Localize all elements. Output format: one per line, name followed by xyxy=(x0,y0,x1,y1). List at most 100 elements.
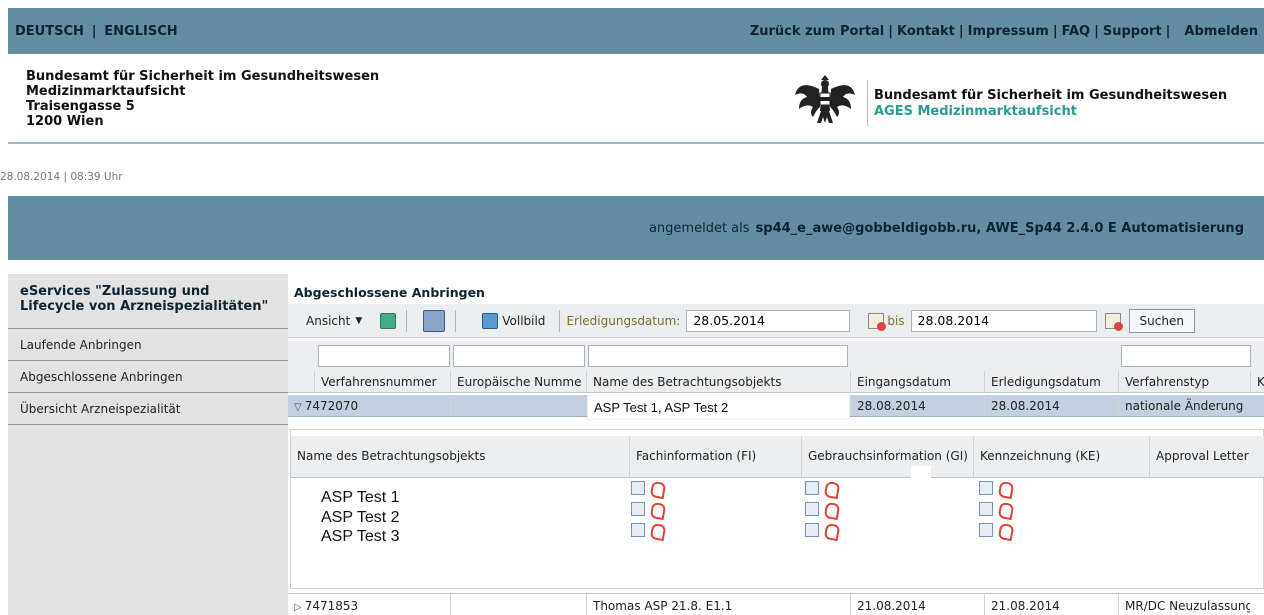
pdf-icon[interactable] xyxy=(823,502,837,516)
excel-export-icon[interactable] xyxy=(380,312,397,329)
address-line: Medizinmarktaufsicht xyxy=(26,84,186,99)
pdf-icon[interactable] xyxy=(997,481,1011,495)
date-to-input[interactable] xyxy=(910,309,1097,332)
pdf-icon[interactable] xyxy=(823,481,837,495)
fullscreen-icon[interactable] xyxy=(482,312,499,329)
word-doc-icon[interactable] xyxy=(979,523,993,537)
view-menu-button[interactable]: Ansicht ▼ xyxy=(306,314,362,328)
org-name: Bundesamt für Sicherheit im Gesundheitsw… xyxy=(874,88,1228,103)
fi-documents xyxy=(631,478,663,498)
column-header[interactable]: Name des Betrachtungsobjekts xyxy=(586,371,850,392)
austrian-eagle-logo xyxy=(795,75,855,123)
lang-de-link[interactable]: DEUTSCH xyxy=(15,24,84,39)
imprint-link[interactable]: Impressum xyxy=(968,24,1049,39)
lang-separator: | xyxy=(91,23,97,39)
language-switch: DEUTSCH | ENGLISCH xyxy=(15,24,178,39)
logout-link[interactable]: Abmelden xyxy=(1184,24,1258,39)
column-header[interactable]: K xyxy=(1250,371,1264,392)
filter-verfahrenstyp[interactable] xyxy=(1121,345,1251,367)
column-header[interactable]: Eingangsdatum xyxy=(850,371,984,392)
search-button[interactable]: Suchen xyxy=(1128,308,1195,333)
cell-completed-date: 21.08.2014 xyxy=(984,594,1118,615)
expand-collapse-icon[interactable]: ▽ xyxy=(294,402,302,413)
word-doc-icon[interactable] xyxy=(631,481,645,495)
column-filter-row xyxy=(288,341,1264,371)
top-navigation-bar: DEUTSCH | ENGLISCH Zurück zum Portal | Ko… xyxy=(8,8,1264,54)
main-panel: Abgeschlossene Anbringen Ansicht ▼ Vollb… xyxy=(288,274,1264,615)
fi-documents xyxy=(631,499,663,519)
pdf-icon[interactable] xyxy=(649,481,663,495)
org-name-block: Bundesamt für Sicherheit im Gesundheitsw… xyxy=(874,88,1227,120)
logged-in-label: angemeldet als xyxy=(648,220,750,236)
cell-object-name: Thomas ASP 21.8. E1.1 xyxy=(586,594,850,615)
detail-column-header: Kennzeichnung (KE) xyxy=(973,436,1149,477)
date-from-input[interactable] xyxy=(686,309,851,332)
word-doc-icon[interactable] xyxy=(805,481,819,495)
address-line: Traisengasse 5 xyxy=(26,99,135,114)
toolbar-divider xyxy=(406,309,408,332)
detail-row xyxy=(291,478,1264,498)
page-header: Bundesamt für Sicherheit im Gesundheitsw… xyxy=(8,54,1264,144)
cell-eu-number xyxy=(450,395,586,416)
table-row[interactable]: ▷ 7471853 Thomas ASP 21.8. E1.1 21.08.201… xyxy=(288,593,1264,615)
sidebar-item-closed-requests[interactable]: Abgeschlossene Anbringen xyxy=(8,361,288,393)
address-block: Bundesamt für Sicherheit im Gesundheitsw… xyxy=(26,69,379,129)
grid-column-headers: Verfahrensnummer Europäische Numme Name … xyxy=(288,371,1264,393)
detail-row xyxy=(291,520,1264,540)
pdf-icon[interactable] xyxy=(997,502,1011,516)
filter-object-name[interactable] xyxy=(588,345,848,367)
calendar-icon[interactable] xyxy=(1104,312,1123,331)
cell-completed-date: 28.08.2014 xyxy=(984,395,1118,416)
detail-column-header: Name des Betrachtungsobjekts xyxy=(297,449,486,463)
expand-collapse-icon[interactable]: ▷ xyxy=(294,602,302,613)
portal-link[interactable]: Zurück zum Portal xyxy=(750,24,884,39)
link-separator: | xyxy=(1165,23,1171,39)
link-separator: | xyxy=(1094,23,1099,39)
word-doc-icon[interactable] xyxy=(979,502,993,516)
portal-links: Zurück zum Portal | Kontakt | Impressum | F… xyxy=(750,24,1264,39)
table-row[interactable]: ▽ 7472070 ASP Test 1, ASP Test 2 28.08.20… xyxy=(288,395,1264,420)
column-header[interactable]: Erledigungsdatum xyxy=(984,371,1118,392)
calendar-icon[interactable] xyxy=(868,312,887,331)
header-overlay xyxy=(911,466,931,478)
grid-settings-icon[interactable] xyxy=(423,309,446,332)
lang-en-link[interactable]: ENGLISCH xyxy=(104,24,177,39)
logged-in-user: sp44_e_awe@gobbeldigobb.ru, AWE_Sp44 2.4… xyxy=(755,220,1244,236)
view-menu-label: Ansicht xyxy=(306,313,351,328)
word-doc-icon[interactable] xyxy=(631,502,645,516)
support-link[interactable]: Support xyxy=(1103,24,1162,39)
chevron-down-icon: ▼ xyxy=(355,315,363,326)
column-header[interactable]: Europäische Numme xyxy=(450,371,586,392)
pdf-icon[interactable] xyxy=(649,502,663,516)
sidebar-item-running-requests[interactable]: Laufende Anbringen xyxy=(8,329,288,361)
word-doc-icon[interactable] xyxy=(805,502,819,516)
address-line: 1200 Wien xyxy=(26,114,104,129)
logo-divider xyxy=(867,80,868,126)
user-info-bar: angemeldet als sp44_e_awe@gobbeldigobb.r… xyxy=(8,196,1264,260)
pdf-icon[interactable] xyxy=(997,523,1011,537)
pdf-icon[interactable] xyxy=(649,523,663,537)
contact-link[interactable]: Kontakt xyxy=(897,24,955,39)
sidebar-item-drug-overview[interactable]: Übersicht Arzneispezialität xyxy=(8,393,288,425)
filter-eu-number[interactable] xyxy=(453,345,585,367)
ke-documents xyxy=(979,478,1011,498)
filter-procedure-number[interactable] xyxy=(318,345,450,367)
word-doc-icon[interactable] xyxy=(805,523,819,537)
column-header[interactable]: Verfahrenstyp xyxy=(1118,371,1250,392)
detail-column-header: Gebrauchsinformation (GI) xyxy=(801,436,973,477)
word-doc-icon[interactable] xyxy=(979,481,993,495)
pdf-icon[interactable] xyxy=(823,523,837,537)
ke-documents xyxy=(979,499,1011,519)
fullscreen-button[interactable]: Vollbild xyxy=(502,314,545,328)
gi-documents xyxy=(805,478,837,498)
word-doc-icon[interactable] xyxy=(631,523,645,537)
column-header[interactable]: Verfahrensnummer xyxy=(314,371,450,392)
detail-column-header: Fachinformation (FI) xyxy=(629,436,801,477)
faq-link[interactable]: FAQ xyxy=(1062,24,1091,39)
cell-received-date: 28.08.2014 xyxy=(850,395,984,416)
gi-documents xyxy=(805,499,837,519)
cell-procedure-type: nationale Änderung xyxy=(1118,395,1250,416)
page-title: Abgeschlossene Anbringen xyxy=(288,274,1264,304)
link-separator: | xyxy=(888,23,894,39)
completion-date-label: Erledigungsdatum: xyxy=(566,313,681,328)
